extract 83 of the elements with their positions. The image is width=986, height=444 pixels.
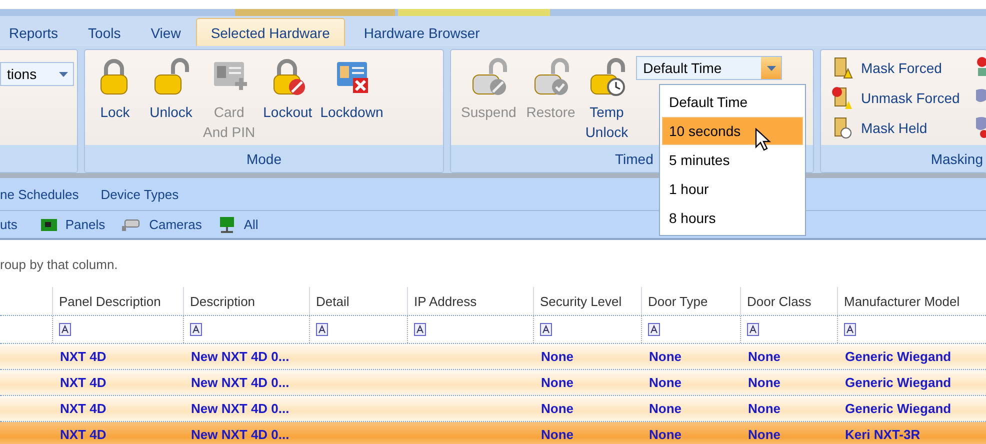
table-cell: None bbox=[748, 349, 780, 364]
filter-icon bbox=[747, 323, 759, 336]
group-label: Mode bbox=[85, 145, 443, 172]
door-cross-warning-icon bbox=[831, 86, 853, 110]
ribbon-tab[interactable]: Tools bbox=[73, 18, 136, 46]
ribbon-button[interactable]: Lockout bbox=[259, 56, 316, 124]
filter-icon bbox=[648, 323, 660, 336]
ribbon-button[interactable]: Temp Unlock bbox=[581, 56, 632, 144]
group-label: Masking bbox=[821, 145, 986, 172]
table-cell: None bbox=[649, 375, 682, 390]
filter-icon bbox=[316, 323, 328, 336]
table-cell: Generic Wiegand bbox=[845, 375, 952, 390]
table-row[interactable]: NXT 4D New NXT 4D 0... None None None Keri NXT-3R bbox=[0, 422, 986, 444]
table-cell: NXT 4D bbox=[60, 427, 106, 442]
filter-icon bbox=[59, 323, 71, 336]
time-dropdown[interactable]: Default Time bbox=[636, 56, 782, 80]
table-cell: NXT 4D bbox=[60, 375, 106, 390]
column-header[interactable]: Detail bbox=[309, 287, 407, 315]
table-cell: None bbox=[541, 401, 574, 416]
dropdown-option[interactable]: 10 seconds bbox=[662, 117, 803, 145]
table-cell: NXT 4D bbox=[60, 349, 106, 364]
table-cell: None bbox=[649, 401, 682, 416]
column-header[interactable]: Panel Description bbox=[52, 287, 183, 315]
ribbon-button[interactable]: Mask Forced bbox=[831, 56, 960, 79]
filter-icon bbox=[414, 323, 426, 336]
table-cell: New NXT 4D 0... bbox=[191, 349, 290, 364]
ribbon-tab[interactable]: Reports bbox=[0, 18, 74, 46]
ribbon-tab[interactable]: Hardware Browser bbox=[348, 18, 495, 46]
column-header[interactable]: Door Type bbox=[641, 287, 740, 315]
column-header[interactable]: Door Class bbox=[740, 287, 837, 315]
table-cell: New NXT 4D 0... bbox=[191, 427, 290, 442]
ribbon-button[interactable]: Lockdown bbox=[316, 56, 388, 124]
table-row[interactable]: NXT 4D New NXT 4D 0... None None None Generic Wiegand bbox=[0, 370, 986, 396]
table-row[interactable]: NXT 4D New NXT 4D 0... None None None Generic Wiegand bbox=[0, 396, 986, 422]
caret-down-icon bbox=[58, 72, 68, 76]
table-cell: None bbox=[541, 349, 574, 364]
table-cell: None bbox=[748, 401, 780, 416]
group-hint-text: roup by that column. bbox=[0, 257, 118, 272]
column-header[interactable]: IP Address bbox=[407, 287, 533, 315]
dropdown-option[interactable]: 1 hour bbox=[662, 175, 803, 203]
table-cell: NXT 4D bbox=[60, 401, 106, 416]
table-cell: None bbox=[649, 349, 682, 364]
table-cell: Generic Wiegand bbox=[845, 349, 952, 364]
toolbar-button[interactable]: uts bbox=[0, 217, 18, 232]
column-header[interactable]: Security Level bbox=[533, 287, 641, 315]
table-cell: New NXT 4D 0... bbox=[191, 375, 290, 390]
table-cell: New NXT 4D 0... bbox=[191, 401, 290, 416]
toolbar-button[interactable]: Panels bbox=[39, 216, 106, 232]
open-padlock-check-icon bbox=[532, 58, 569, 96]
ribbon-button[interactable]: Unlock bbox=[143, 56, 199, 124]
table-cell: None bbox=[541, 375, 574, 390]
nav-tab[interactable]: ne Schedules bbox=[0, 186, 79, 202]
table-cell: None bbox=[748, 427, 780, 442]
table-cell: None bbox=[649, 427, 682, 442]
table-cell: Generic Wiegand bbox=[845, 401, 952, 416]
filter-icon bbox=[190, 323, 202, 336]
dropdown[interactable]: tions bbox=[0, 62, 74, 86]
table-row[interactable]: NXT 4D New NXT 4D 0... None None None Generic Wiegand bbox=[0, 344, 986, 370]
filter-icon bbox=[844, 323, 856, 336]
dropdown-option[interactable]: 5 minutes bbox=[662, 146, 803, 174]
padlock-clock-icon bbox=[588, 58, 625, 96]
dropdown-option[interactable]: 8 hours bbox=[662, 204, 803, 232]
filter-icon bbox=[540, 323, 552, 336]
open-padlock-icon bbox=[153, 58, 189, 96]
open-padlock-forbidden-icon bbox=[470, 58, 507, 96]
table-cell: None bbox=[541, 427, 574, 442]
column-header[interactable]: Description bbox=[183, 287, 309, 315]
table-cell: None bbox=[748, 375, 780, 390]
ribbon-tab[interactable]: View bbox=[136, 18, 196, 46]
mask-icon bbox=[974, 116, 986, 138]
circuit-board-icon bbox=[39, 216, 60, 232]
ribbon-button[interactable]: Unmask Forced bbox=[831, 86, 960, 109]
ribbon-button[interactable]: Lock bbox=[87, 56, 143, 124]
column-header[interactable]: Manufacturer Model bbox=[837, 287, 986, 315]
mouse-cursor-icon bbox=[755, 128, 771, 152]
nav-tab[interactable]: Device Types bbox=[100, 186, 179, 202]
table-cell: Keri NXT-3R bbox=[845, 427, 920, 442]
toolbar-button[interactable]: Cameras bbox=[121, 216, 202, 232]
ribbon-tab[interactable]: Selected Hardware bbox=[196, 18, 345, 46]
toolbar-button[interactable]: All bbox=[218, 216, 258, 234]
dropdown-option[interactable]: Default Time bbox=[662, 88, 803, 116]
ribbon-button[interactable]: Mask Held bbox=[831, 116, 960, 139]
caret-down-icon bbox=[766, 66, 776, 70]
